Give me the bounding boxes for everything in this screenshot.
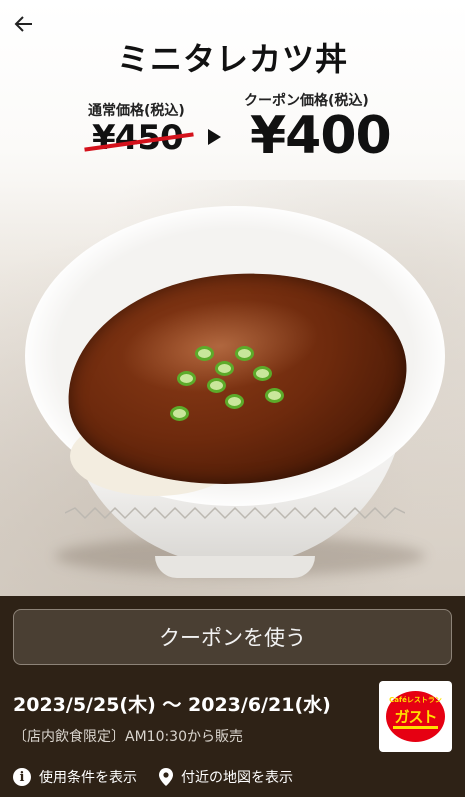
bowl-pattern bbox=[65, 506, 405, 520]
regular-price-label: 通常価格(税込) bbox=[88, 103, 185, 119]
footer-links: i 使用条件を表示 付近の地図を表示 bbox=[13, 767, 293, 787]
scallion-garnish bbox=[225, 394, 244, 409]
scallion-garnish bbox=[235, 346, 254, 361]
gusto-logo: Caféレストラン ガスト bbox=[379, 681, 452, 752]
triangle-arrow-icon bbox=[208, 129, 221, 145]
food-photo bbox=[25, 206, 445, 586]
bowl-foot bbox=[155, 556, 315, 578]
use-coupon-button[interactable]: クーポンを使う bbox=[13, 609, 452, 665]
scallion-garnish bbox=[265, 388, 284, 403]
scallion-garnish bbox=[207, 378, 226, 393]
scallion-garnish bbox=[170, 406, 189, 421]
scallion-garnish bbox=[253, 366, 272, 381]
show-map-label: 付近の地図を表示 bbox=[181, 770, 293, 786]
show-conditions-link[interactable]: i 使用条件を表示 bbox=[13, 767, 137, 787]
logo-strip bbox=[393, 726, 438, 729]
page-title: ミニタレカツ丼 bbox=[116, 40, 348, 78]
coupon-hero: ミニタレカツ丼 通常価格(税込) ¥450 クーポン価格(税込) ¥400 bbox=[0, 0, 465, 600]
coupon-screen: ミニタレカツ丼 通常価格(税込) ¥450 クーポン価格(税込) ¥400 クー… bbox=[0, 0, 465, 797]
show-conditions-label: 使用条件を表示 bbox=[39, 770, 137, 786]
arrow-left-icon bbox=[14, 16, 32, 32]
info-icon: i bbox=[13, 768, 31, 786]
map-pin-icon bbox=[159, 768, 173, 786]
logo-text: ガスト bbox=[394, 708, 437, 726]
scallion-garnish bbox=[177, 371, 196, 386]
scallion-garnish bbox=[215, 361, 234, 376]
logo-subtext: Caféレストラン bbox=[389, 696, 442, 704]
scallion-garnish bbox=[195, 346, 214, 361]
validity-period: 2023/5/25(木) 〜 2023/6/21(水) bbox=[13, 694, 331, 716]
show-map-link[interactable]: 付近の地図を表示 bbox=[159, 767, 293, 787]
validity-note: 〔店内飲食限定〕AM10:30から販売 bbox=[13, 729, 244, 745]
coupon-price: ¥400 bbox=[250, 106, 392, 166]
